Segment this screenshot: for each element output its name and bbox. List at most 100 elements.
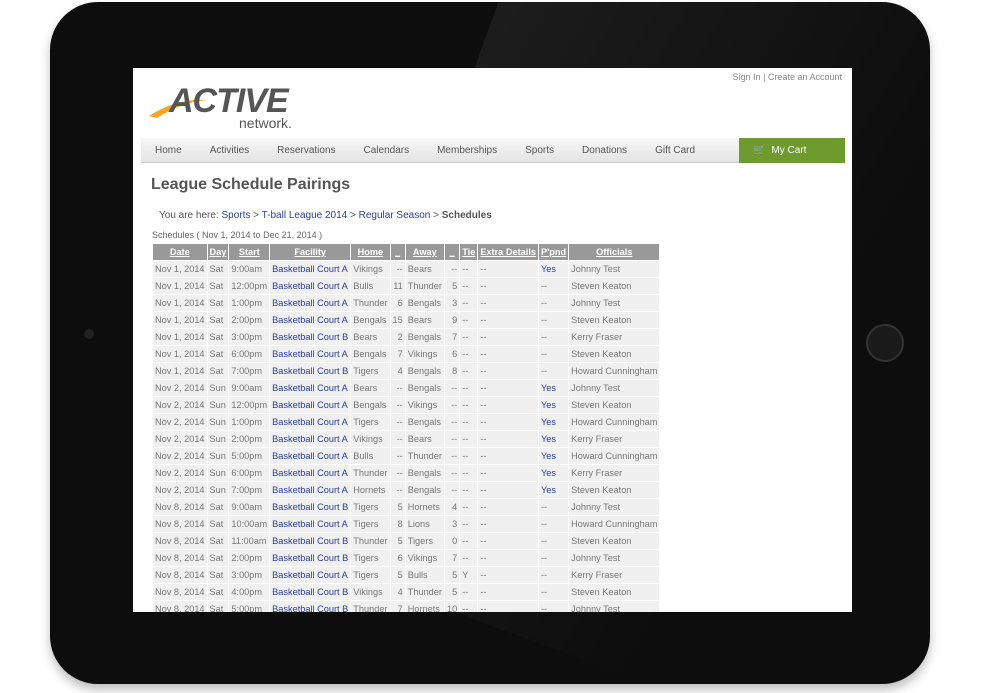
facility-cell[interactable]: Basketball Court B (269, 328, 352, 346)
facility-cell[interactable]: Basketball Court A (269, 430, 352, 448)
postponed-cell[interactable]: Yes (537, 430, 570, 448)
breadcrumb-sports[interactable]: Sports (221, 210, 250, 221)
nav-reservations[interactable]: Reservations (277, 145, 335, 156)
facility-cell[interactable]: Basketball Court A (269, 413, 352, 431)
table-row: Nov 1, 2014 Sat 7:00pm Basketball Court B Ti… (152, 362, 661, 380)
column-header[interactable]: Officials (568, 243, 661, 261)
home-score-cell: -- (389, 396, 406, 414)
facility-cell[interactable]: Basketball Court B (269, 549, 352, 567)
column-header[interactable]: Day (206, 243, 230, 261)
tie-cell: -- (459, 583, 479, 601)
away-cell: Vikings (404, 345, 445, 363)
home-cell: Thunder (350, 532, 391, 550)
start-cell: 1:00pm (228, 294, 271, 312)
facility-cell[interactable]: Basketball Court A (269, 379, 352, 397)
facility-cell[interactable]: Basketball Court A (269, 396, 352, 414)
date-cell: Nov 1, 2014 (152, 294, 208, 312)
away-score-cell: 4 (443, 498, 461, 516)
postponed-cell[interactable]: Yes (537, 379, 570, 397)
facility-cell[interactable]: Basketball Court A (269, 447, 352, 465)
active-network-logo[interactable]: ACTIVE network. (147, 78, 317, 130)
facility-cell[interactable]: Basketball Court A (269, 515, 352, 533)
postponed-cell[interactable]: Yes (537, 260, 570, 278)
table-row: Nov 1, 2014 Sat 1:00pm Basketball Court A Th… (152, 294, 661, 312)
facility-cell[interactable]: Basketball Court B (269, 498, 352, 516)
sign-in-link[interactable]: Sign In (733, 72, 761, 82)
extra-details-cell: -- (477, 430, 539, 448)
nav-donations[interactable]: Donations (582, 145, 627, 156)
away-cell: Thunder (404, 583, 445, 601)
tie-cell: -- (459, 413, 479, 431)
my-cart-button[interactable]: 🛒 My Cart (739, 138, 845, 163)
postponed-cell[interactable]: Yes (537, 447, 570, 465)
postponed-cell: -- (537, 294, 570, 312)
away-score-cell: 0 (443, 532, 461, 550)
nav-calendars[interactable]: Calendars (364, 145, 410, 156)
start-cell: 12:00pm (228, 396, 271, 414)
facility-cell[interactable]: Basketball Court A (269, 260, 352, 278)
postponed-cell[interactable]: Yes (537, 481, 570, 499)
column-header[interactable]: Start (228, 243, 271, 261)
column-header[interactable]: Facility (269, 243, 352, 261)
nav-activities[interactable]: Activities (210, 145, 249, 156)
breadcrumb-season[interactable]: Regular Season (359, 210, 431, 221)
facility-cell[interactable]: Basketball Court B (269, 362, 352, 380)
day-cell: Sat (206, 600, 230, 612)
table-row: Nov 8, 2014 Sat 10:00am Basketball Court AT… (152, 515, 661, 533)
facility-cell[interactable]: Basketball Court B (269, 532, 352, 550)
date-cell: Nov 2, 2014 (152, 396, 208, 414)
facility-cell[interactable]: Basketball Court B (269, 583, 352, 601)
column-header[interactable]: _ (443, 243, 461, 261)
start-cell: 1:00pm (228, 413, 271, 431)
nav-home[interactable]: Home (155, 145, 182, 156)
extra-details-cell: -- (477, 583, 539, 601)
day-cell: Sun (206, 481, 230, 499)
facility-cell[interactable]: Basketball Court A (269, 294, 352, 312)
home-cell: Tigers (350, 362, 391, 380)
postponed-cell: -- (537, 583, 570, 601)
cart-icon: 🛒 (753, 145, 766, 156)
browser-screen: Sign In | Create an Account ACTIVE netwo… (133, 68, 852, 612)
home-score-cell: 5 (389, 566, 406, 584)
facility-cell[interactable]: Basketball Court A (269, 311, 352, 329)
facility-cell[interactable]: Basketball Court A (269, 481, 352, 499)
away-cell: Thunder (404, 277, 445, 295)
tie-cell: -- (459, 362, 479, 380)
home-score-cell: -- (389, 430, 406, 448)
column-header[interactable]: P'pnd (537, 243, 570, 261)
officials-cell: Johnny Test (568, 294, 661, 312)
away-score-cell: 6 (443, 345, 461, 363)
separator: | (763, 72, 766, 82)
extra-details-cell: -- (477, 379, 539, 397)
officials-cell: Johnny Test (568, 379, 661, 397)
away-score-cell: -- (443, 481, 461, 499)
postponed-cell: -- (537, 362, 570, 380)
column-header[interactable]: Date (152, 243, 208, 261)
postponed-cell[interactable]: Yes (537, 413, 570, 431)
home-cell: Tigers (350, 498, 391, 516)
facility-cell[interactable]: Basketball Court A (269, 277, 352, 295)
camera-icon (84, 329, 94, 339)
home-score-cell: 6 (389, 294, 406, 312)
column-header[interactable]: Home (350, 243, 391, 261)
nav-gift-card[interactable]: Gift Card (655, 145, 695, 156)
postponed-cell[interactable]: Yes (537, 464, 570, 482)
home-cell: Vikings (350, 583, 391, 601)
column-header[interactable]: Away (404, 243, 445, 261)
column-header[interactable]: Tie (459, 243, 479, 261)
postponed-cell[interactable]: Yes (537, 396, 570, 414)
nav-sports[interactable]: Sports (525, 145, 554, 156)
facility-cell[interactable]: Basketball Court A (269, 345, 352, 363)
breadcrumb-league[interactable]: T-ball League 2014 (262, 210, 348, 221)
column-header[interactable]: Extra Details (477, 243, 539, 261)
column-header[interactable]: _ (389, 243, 406, 261)
facility-cell[interactable]: Basketball Court B (269, 600, 352, 612)
breadcrumb-current: Schedules (441, 210, 492, 221)
nav-memberships[interactable]: Memberships (437, 145, 497, 156)
away-score-cell: -- (443, 430, 461, 448)
home-button[interactable] (866, 324, 904, 362)
create-account-link[interactable]: Create an Account (768, 72, 842, 82)
facility-cell[interactable]: Basketball Court A (269, 464, 352, 482)
home-score-cell: -- (389, 447, 406, 465)
facility-cell[interactable]: Basketball Court A (269, 566, 352, 584)
